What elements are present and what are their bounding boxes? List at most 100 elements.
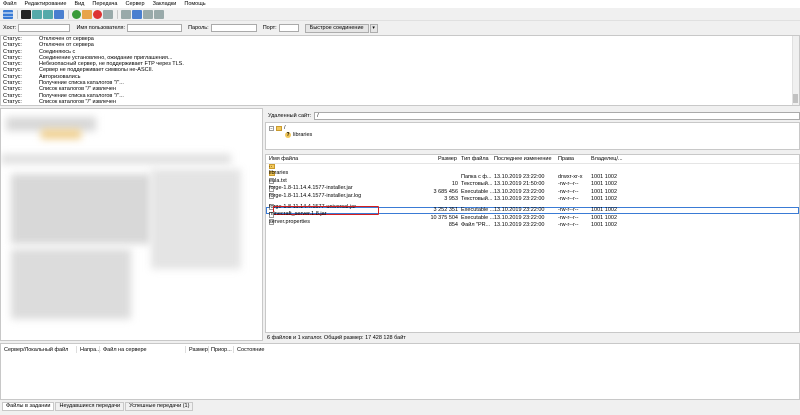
queue-header-size[interactable]: Размер <box>189 347 208 353</box>
port-label: Порт: <box>262 25 277 31</box>
disconnect-icon[interactable] <box>103 9 113 19</box>
file-row[interactable]: server.properties 854 Файл "PR... 13.10.… <box>266 218 799 229</box>
tree-node-libraries[interactable]: ? libraries <box>285 132 312 138</box>
file-type: Executable ... <box>461 214 495 221</box>
local-pane <box>0 108 263 341</box>
scrollbar-thumb[interactable] <box>793 94 798 103</box>
username-field[interactable] <box>127 24 183 32</box>
toggle-queue-icon[interactable] <box>54 9 64 19</box>
menu-edit[interactable]: Редактирование <box>25 1 67 7</box>
toggle-remote-tree-icon[interactable] <box>43 9 53 19</box>
toolbar-separator <box>117 9 118 19</box>
file-permissions: -rw-r--r-- <box>558 181 579 187</box>
toggle-local-tree-icon[interactable] <box>32 9 42 19</box>
tab-successful-transfers[interactable]: Успешные передачи (1) <box>125 402 194 411</box>
file-name: minecraft_server.1.8.jar <box>269 211 327 217</box>
file-permissions: -rw-r--r-- <box>558 214 579 221</box>
cancel-icon[interactable] <box>93 9 102 19</box>
file-type: Executable ... <box>461 188 495 195</box>
menu-server[interactable]: Сервер <box>125 1 144 7</box>
transfer-queue: Сервер/Локальный файл Напра... Файл на с… <box>0 343 800 400</box>
remote-site-bar: Удаленный сайт: / <box>265 111 800 121</box>
compare-icon[interactable] <box>132 9 142 19</box>
file-owner: 1001 1002 <box>591 173 617 180</box>
menu-view[interactable]: Вид <box>74 1 84 7</box>
password-label: Пароль: <box>188 25 209 31</box>
file-row[interactable]: minecraft_server.1.8.jar 10 375 504 Exec… <box>266 211 799 222</box>
column-header-name[interactable]: Имя файла <box>269 156 298 162</box>
process-queue-icon[interactable] <box>82 9 92 19</box>
host-field[interactable] <box>18 24 71 32</box>
column-header-modified[interactable]: Последнее изменение <box>494 156 552 162</box>
tree-node-root[interactable]: − / <box>269 125 286 131</box>
file-size: 3 685 456 <box>433 188 458 195</box>
quickconnect-dropdown[interactable]: ▾ <box>369 23 378 33</box>
queue-header-local[interactable]: Сервер/Локальный файл <box>4 347 68 353</box>
column-header-type[interactable]: Тип файла <box>461 156 489 162</box>
file-row[interactable]: forge-1.8-11.14.4.1577-installer.jar.log… <box>266 193 799 203</box>
file-size: 10 375 504 <box>430 214 458 221</box>
sync-browse-icon[interactable] <box>143 9 153 19</box>
blurred-local-list <box>151 169 241 269</box>
queue-header-direction[interactable]: Напра... <box>80 347 101 353</box>
log-message: Список каталогов "/" извлечен <box>39 98 116 105</box>
column-separator <box>76 346 77 353</box>
file-modified: 13.10.2019 23:22:00 <box>494 214 545 221</box>
filter-icon[interactable] <box>121 9 131 19</box>
file-permissions: -rw-r--r-- <box>558 196 579 202</box>
file-type: Текстовый... <box>461 196 493 202</box>
menu-bookmarks[interactable]: Закладки <box>153 1 177 7</box>
menu-help[interactable]: Помощь <box>184 1 205 7</box>
queue-header-status[interactable]: Состояние <box>237 347 264 353</box>
port-field[interactable] <box>278 24 299 32</box>
blurred-local-list <box>11 249 131 319</box>
remote-directory-tree: − / ? libraries <box>265 122 800 150</box>
site-manager-icon[interactable] <box>3 9 13 19</box>
file-list-header: Имя файла Размер Тип файла Последнее изм… <box>266 155 799 164</box>
column-header-permissions[interactable]: Права <box>558 156 574 162</box>
file-row[interactable]: .. <box>266 162 799 173</box>
column-separator <box>185 346 186 353</box>
password-field[interactable] <box>210 24 257 32</box>
file-owner: 1001 1002 <box>591 181 617 187</box>
toggle-log-icon[interactable] <box>21 9 31 19</box>
file-modified: 13.10.2019 21:50:00 <box>494 181 545 187</box>
user-label: Имя пользователя: <box>76 25 126 31</box>
tab-queued-files[interactable]: Файлы в задании <box>2 402 55 411</box>
quickconnect-button[interactable]: Быстрое соединение <box>304 23 369 33</box>
folder-icon <box>276 125 282 131</box>
menu-file[interactable]: Файл <box>3 1 17 7</box>
refresh-icon[interactable] <box>72 9 81 19</box>
file-list-summary: 6 файлов и 1 каталог. Общий размер: 17 4… <box>267 335 406 341</box>
menu-bar: Файл Редактирование Вид Передача Сервер … <box>0 0 800 8</box>
file-name: server.properties <box>269 218 310 225</box>
log-row: Статус: Список каталогов "/" извлечен <box>1 99 799 105</box>
blurred-local-tree <box>41 129 81 139</box>
collapse-icon[interactable]: − <box>269 125 274 131</box>
queue-header-remote[interactable]: Файл на сервере <box>103 347 147 353</box>
remote-path-field[interactable]: / <box>314 112 800 120</box>
file-modified: 13.10.2019 23:22:00 <box>494 207 545 213</box>
tab-failed-transfers[interactable]: Неудавшиеся передачи <box>55 402 125 411</box>
column-header-size[interactable]: Размер <box>438 156 457 162</box>
tree-node-label: libraries <box>293 132 313 138</box>
column-header-owner[interactable]: Владелец/... <box>591 156 623 162</box>
file-modified: 13.10.2019 23:22:00 <box>494 173 545 180</box>
queue-header-priority[interactable]: Приор... <box>211 347 232 353</box>
file-owner: 1001 1002 <box>591 207 617 213</box>
file-modified: 13.10.2019 23:22:00 <box>494 188 545 195</box>
menu-transfer[interactable]: Передача <box>92 1 117 7</box>
file-row[interactable]: libraries Папка с ф... 13.10.2019 23:22:… <box>266 170 799 181</box>
file-owner: 1001 1002 <box>591 222 617 228</box>
log-scrollbar[interactable] <box>792 36 799 105</box>
file-owner: 1001 1002 <box>591 196 617 202</box>
file-name: .. <box>269 162 273 169</box>
quickconnect-bar: Хост: Имя пользователя: Пароль: Порт: Бы… <box>0 22 800 34</box>
search-icon[interactable] <box>154 9 164 19</box>
file-permissions: -rw-r--r-- <box>558 207 579 213</box>
file-size: 3 252 351 <box>433 207 458 213</box>
column-separator <box>233 346 234 353</box>
file-size: 3 953 <box>444 196 458 202</box>
file-owner: 1001 1002 <box>591 188 617 195</box>
file-modified: 13.10.2019 23:22:00 <box>494 222 545 228</box>
